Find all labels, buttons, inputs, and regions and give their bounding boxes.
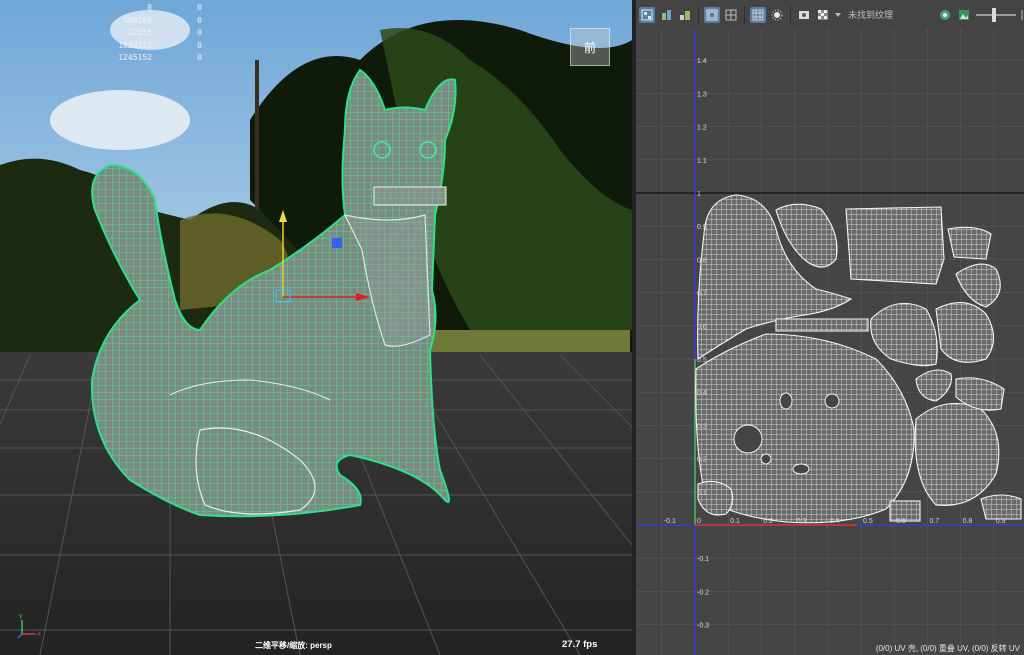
uv-axis-label: 0.6: [896, 518, 906, 525]
axis-orientation-gizmo: Y X: [17, 614, 41, 639]
uv-axis-label: -0.1: [664, 518, 676, 525]
snapshot-icon[interactable]: [658, 7, 674, 23]
hud-stat-value: [4, 27, 64, 40]
cloud: [50, 90, 190, 150]
svg-text:Y: Y: [18, 614, 23, 621]
uv-axis-label: 1.1: [697, 158, 707, 165]
checker-frame-icon[interactable]: [704, 6, 720, 23]
uv-axis-label: 0.2: [697, 457, 707, 464]
hud-stat-value: 0: [197, 40, 202, 50]
uv-shell[interactable]: [845, 206, 945, 285]
uv-editor-toolbar: 未找到纹理: [636, 0, 1024, 30]
checker-pattern-icon[interactable]: [815, 7, 831, 23]
uv-axis-label: 0.5: [863, 518, 873, 525]
viewport-scene[interactable]: [0, 0, 632, 655]
uv-axis-label: 0.4: [830, 518, 840, 525]
hud-stat-row: 560369 0: [4, 15, 214, 28]
uv-axis-label: 1.2: [697, 125, 707, 132]
svg-text:X: X: [37, 631, 41, 638]
uv-axis-label: 0.1: [697, 490, 707, 497]
uv-axis-label: 0.2: [763, 518, 773, 525]
uv-axis-label: 0.8: [963, 518, 973, 525]
uv-axis-label: 0.7: [929, 518, 939, 525]
chevron-down-icon[interactable]: [834, 7, 842, 23]
uv-axis-label: 1.3: [697, 91, 707, 98]
fps-counter: 27.7 fps: [562, 639, 598, 650]
uv-axis-label: 0.9: [996, 518, 1006, 525]
uv-shell[interactable]: [775, 318, 869, 332]
uv-status-bar: (0/0) UV 壳, (0/0) 重叠 UV, (0/0) 反转 UV: [875, 644, 1020, 653]
uv-editor-panel[interactable]: 未找到纹理 1.4 1.3 1.2 1.1 1 0.9 0.8 0.7 0.6 …: [636, 0, 1024, 655]
hud-stat-value: 0: [197, 28, 202, 37]
hud-stat-value: [4, 15, 64, 28]
hud-stat-value: 1245152: [118, 53, 152, 62]
hud-stat-value: [4, 52, 64, 65]
hud-stat-value: 1630313: [118, 40, 152, 50]
hud-stat-row: 32255 0: [4, 27, 214, 40]
distortion-icon[interactable]: [769, 7, 785, 23]
texture-image-icon[interactable]: [796, 7, 812, 23]
hud-stat-value: 560369: [123, 15, 152, 25]
exposure-slider[interactable]: [976, 7, 1016, 22]
perspective-viewport[interactable]: 8 0 560369 0 32255 0 1630313 0 1245152 0 前 Y X 二维…: [0, 0, 632, 655]
image-display-icon[interactable]: [956, 7, 972, 23]
uv-axis-label: 0: [697, 518, 701, 525]
uv-shell[interactable]: [947, 226, 992, 260]
uv-axis-label: 0.7: [697, 291, 707, 298]
uv-axis-label: 0.6: [697, 324, 707, 331]
hud-stat-value: [4, 2, 64, 15]
exposure-icon[interactable]: [1019, 7, 1024, 23]
view-cube[interactable]: 前: [570, 28, 610, 66]
grid-icon[interactable]: [723, 7, 739, 23]
uv-axis-label: -0.2: [697, 589, 709, 596]
uv-axis-label: 0.5: [697, 357, 707, 364]
uv-axis-label: -0.1: [697, 556, 709, 563]
heads-up-display-stats: 8 0 560369 0 32255 0 1630313 0 1245152 0: [4, 2, 214, 65]
uv-shell[interactable]: [980, 494, 1022, 520]
uv-axis-label: 0.3: [797, 518, 807, 525]
uv-axis-label: -0.3: [697, 623, 709, 630]
exposure-slider-knob[interactable]: [992, 7, 997, 22]
hud-stat-value: 32255: [127, 28, 152, 37]
uv-axis-label: 0.8: [697, 257, 707, 264]
uv-axis-label: 0.9: [697, 224, 707, 231]
hud-stat-row: 1630313 0: [4, 40, 214, 53]
hud-stat-value: 8: [147, 3, 152, 12]
align-icon[interactable]: [677, 7, 693, 23]
uv-axis-label: 1: [697, 191, 701, 198]
hud-stat-row: 80: [4, 2, 214, 15]
uv-shells[interactable]: [695, 194, 1022, 524]
hud-stat-value: [4, 40, 64, 53]
hud-stat-value: 0: [197, 15, 202, 25]
uv-shell-icon[interactable]: [639, 6, 655, 23]
hud-stat-value: 0: [197, 3, 202, 12]
isolate-icon[interactable]: [937, 7, 953, 23]
uv-axis-label: 0.3: [697, 423, 707, 430]
camera-label: 二维平移/缩放: persp: [255, 641, 332, 650]
hud-stat-value: 0: [197, 53, 202, 62]
uv-grid-canvas[interactable]: 1.4 1.3 1.2 1.1 1 0.9 0.8 0.7 0.6 0.5 0.4 0.3 0.2 0.1…: [636, 29, 1024, 655]
texture-name-label: 未找到纹理: [848, 10, 894, 20]
palm-trunk: [255, 60, 259, 210]
uv-axis-label: 0.1: [730, 518, 740, 525]
hud-stat-row: 1245152 0: [4, 52, 214, 65]
background-lawn: [430, 330, 630, 352]
view-cube-face-label: 前: [583, 40, 596, 55]
cat-muzzle-bar: [373, 186, 447, 206]
uv-axis-label: 0.4: [697, 390, 707, 397]
shaded-uv-icon[interactable]: [750, 6, 766, 23]
uv-axis-label: 1.4: [697, 58, 707, 65]
